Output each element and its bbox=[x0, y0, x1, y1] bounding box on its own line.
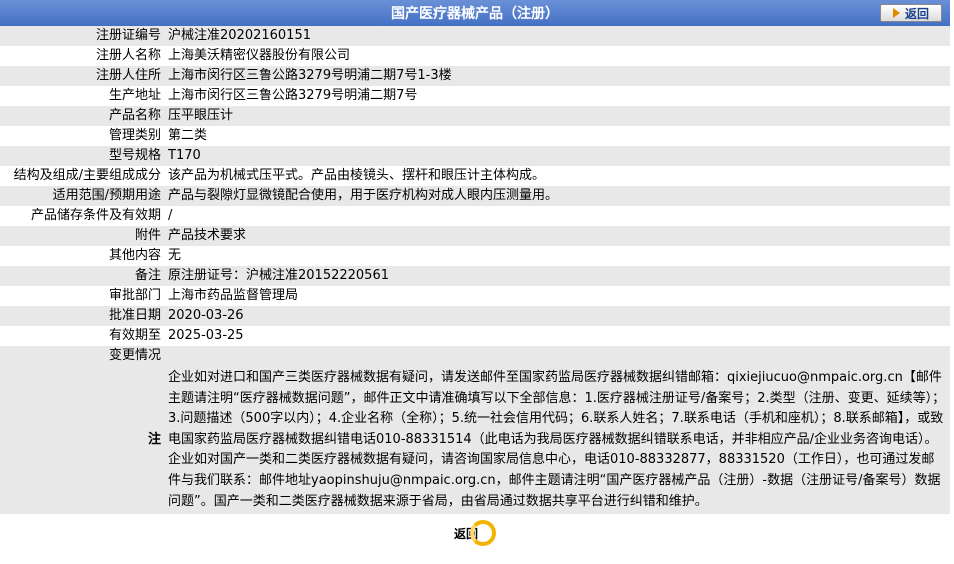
field-value: 上海美沃精密仪器股份有限公司 bbox=[165, 46, 950, 66]
table-row: 变更情况 bbox=[0, 346, 950, 366]
footer: 返回 bbox=[0, 518, 950, 548]
field-label: 注册人住所 bbox=[0, 66, 165, 86]
page-title: 国产医疗器械产品（注册） bbox=[391, 6, 559, 22]
field-value: 压平眼压计 bbox=[165, 106, 950, 126]
field-label: 批准日期 bbox=[0, 306, 165, 326]
note-text: 企业如对进口和国产三类医疗器械数据有疑问，请发送邮件至国家药监局医疗器械数据纠错… bbox=[165, 366, 950, 515]
field-value: 该产品为机械式压平式。产品由棱镜头、摆杆和眼压计主体构成。 bbox=[165, 166, 950, 186]
field-value: 2020-03-26 bbox=[165, 306, 950, 326]
field-value: 2025-03-25 bbox=[165, 326, 950, 346]
ring-icon bbox=[470, 520, 496, 547]
field-value bbox=[165, 346, 950, 366]
field-label: 有效期至 bbox=[0, 326, 165, 346]
field-value: 原注册证号：沪械注准20152220561 bbox=[165, 266, 950, 286]
field-label: 产品储存条件及有效期 bbox=[0, 206, 165, 226]
field-value: 沪械注准20202160151 bbox=[165, 26, 950, 46]
field-label: 管理类别 bbox=[0, 126, 165, 146]
field-label: 适用范围/预期用途 bbox=[0, 186, 165, 206]
table-row: 备注 原注册证号：沪械注准20152220561 bbox=[0, 266, 950, 286]
table-row: 注册人名称 上海美沃精密仪器股份有限公司 bbox=[0, 46, 950, 66]
field-label: 备注 bbox=[0, 266, 165, 286]
arrow-right-icon bbox=[892, 8, 900, 18]
field-label: 注册人名称 bbox=[0, 46, 165, 66]
field-value: 产品技术要求 bbox=[165, 226, 950, 246]
table-row: 管理类别 第二类 bbox=[0, 126, 950, 146]
field-value: 产品与裂隙灯显微镜配合使用，用于医疗机构对成人眼内压测量用。 bbox=[165, 186, 950, 206]
table-row: 产品储存条件及有效期 / bbox=[0, 206, 950, 226]
table-row: 有效期至 2025-03-25 bbox=[0, 326, 950, 346]
table-row: 适用范围/预期用途 产品与裂隙灯显微镜配合使用，用于医疗机构对成人眼内压测量用。 bbox=[0, 186, 950, 206]
table-row: 生产地址 上海市闵行区三鲁公路3279号明浦二期7号 bbox=[0, 86, 950, 106]
field-label: 型号规格 bbox=[0, 146, 165, 166]
field-value: 无 bbox=[165, 246, 950, 266]
table-row: 注册证编号 沪械注准20202160151 bbox=[0, 26, 950, 46]
field-value: / bbox=[165, 206, 950, 226]
page-header: 国产医疗器械产品（注册） 返回 bbox=[0, 0, 950, 26]
note-label: 注 bbox=[0, 366, 165, 515]
field-label: 生产地址 bbox=[0, 86, 165, 106]
table-row: 批准日期 2020-03-26 bbox=[0, 306, 950, 326]
field-label: 审批部门 bbox=[0, 286, 165, 306]
table-row: 型号规格 T170 bbox=[0, 146, 950, 166]
field-value: 第二类 bbox=[165, 126, 950, 146]
table-row: 其他内容无 bbox=[0, 246, 950, 266]
back-button-bottom[interactable]: 返回 bbox=[454, 520, 496, 547]
field-label: 变更情况 bbox=[0, 346, 165, 366]
detail-table: 注册证编号 沪械注准20202160151 注册人名称 上海美沃精密仪器股份有限公司注… bbox=[0, 26, 950, 515]
field-label: 注册证编号 bbox=[0, 26, 165, 46]
field-label: 附件 bbox=[0, 226, 165, 246]
field-label: 其他内容 bbox=[0, 246, 165, 266]
field-value: 上海市药品监督管理局 bbox=[165, 286, 950, 306]
back-button-label: 返回 bbox=[904, 6, 929, 21]
table-row: 附件 产品技术要求 bbox=[0, 226, 950, 246]
field-label: 产品名称 bbox=[0, 106, 165, 126]
field-value: T170 bbox=[165, 146, 950, 166]
field-label: 结构及组成/主要组成成分 bbox=[0, 166, 165, 186]
table-row: 产品名称 压平眼压计 bbox=[0, 106, 950, 126]
field-value: 上海市闵行区三鲁公路3279号明浦二期7号1-3楼 bbox=[165, 66, 950, 86]
table-row: 注册人住所 上海市闵行区三鲁公路3279号明浦二期7号1-3楼 bbox=[0, 66, 950, 86]
note-row: 注 企业如对进口和国产三类医疗器械数据有疑问，请发送邮件至国家药监局医疗器械数据… bbox=[0, 366, 950, 515]
field-value: 上海市闵行区三鲁公路3279号明浦二期7号 bbox=[165, 86, 950, 106]
back-button-top[interactable]: 返回 bbox=[880, 4, 942, 22]
table-row: 结构及组成/主要组成成分 该产品为机械式压平式。产品由棱镜头、摆杆和眼压计主体构成… bbox=[0, 166, 950, 186]
table-row: 审批部门 上海市药品监督管理局 bbox=[0, 286, 950, 306]
